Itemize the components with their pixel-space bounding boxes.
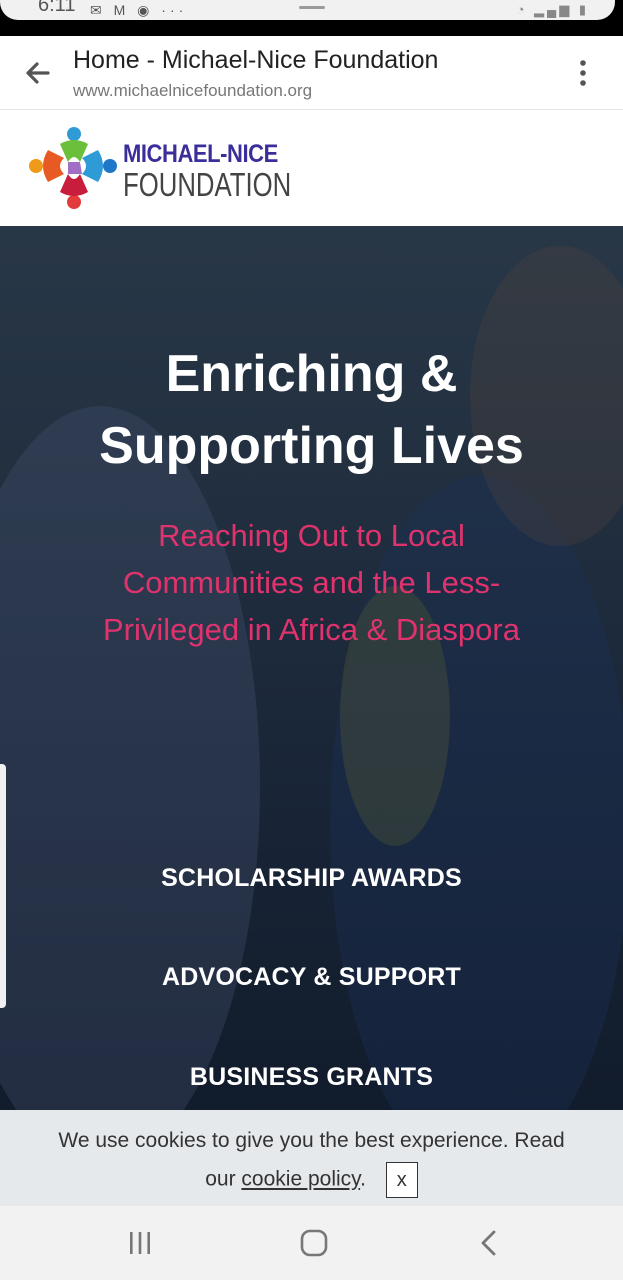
hero-section: Enriching & Supporting Lives Reaching Ou…	[0, 226, 623, 1110]
advocacy-support-link[interactable]: ADVOCACY & SUPPORT	[0, 963, 623, 992]
cookie-policy-link[interactable]: cookie policy	[241, 1168, 360, 1191]
status-bar: 6:11 ✉ M ◉ ··· ◔ ▂▄▆ ▮	[0, 0, 623, 36]
cookie-close-button[interactable]: x	[385, 1162, 418, 1198]
page-url[interactable]: www.michaelnicefoundation.org	[73, 81, 312, 101]
hero-title-line2: Supporting Lives	[99, 417, 524, 475]
system-icons: ◔ ▂▄▆ ▮	[516, 2, 589, 17]
recent-apps-icon[interactable]	[125, 1228, 155, 1258]
back-arrow-icon[interactable]	[22, 58, 52, 88]
scholarship-awards-link[interactable]: SCHOLARSHIP AWARDS	[0, 864, 623, 893]
back-icon[interactable]	[474, 1228, 504, 1258]
page-title: Home - Michael-Nice Foundation	[73, 46, 439, 74]
cookie-text: We use cookies to give you the best expe…	[58, 1129, 565, 1152]
hero-title: Enriching & Supporting Lives	[0, 338, 623, 482]
cookie-text-period: .	[360, 1167, 366, 1191]
browser-toolbar: Home - Michael-Nice Foundation www.micha…	[0, 36, 623, 110]
side-drawer-tab[interactable]	[0, 764, 6, 1008]
system-navigation-bar	[0, 1206, 623, 1280]
logo-emblem-icon	[29, 127, 117, 209]
logo-text-name: MICHAEL-NICE	[123, 140, 278, 168]
cookie-banner: We use cookies to give you the best expe…	[0, 1110, 623, 1206]
status-time: 6:11	[38, 0, 76, 16]
notification-icons: ✉ M ◉ ···	[90, 2, 188, 18]
logo-text-foundation: FOUNDATION	[123, 166, 292, 203]
cookie-text-line2: our cookie policy. x	[0, 1162, 623, 1198]
hero-subtitle: Reaching Out to Local Communities and th…	[103, 518, 520, 647]
cookie-text-our: our	[205, 1167, 236, 1191]
site-header: MICHAEL-NICE FOUNDATION	[0, 110, 623, 226]
hero-title-line1: Enriching &	[165, 345, 458, 403]
more-vert-icon[interactable]	[574, 58, 592, 88]
pull-handle	[299, 6, 325, 9]
home-icon[interactable]	[299, 1228, 329, 1258]
business-grants-link[interactable]: BUSINESS GRANTS	[0, 1063, 623, 1092]
